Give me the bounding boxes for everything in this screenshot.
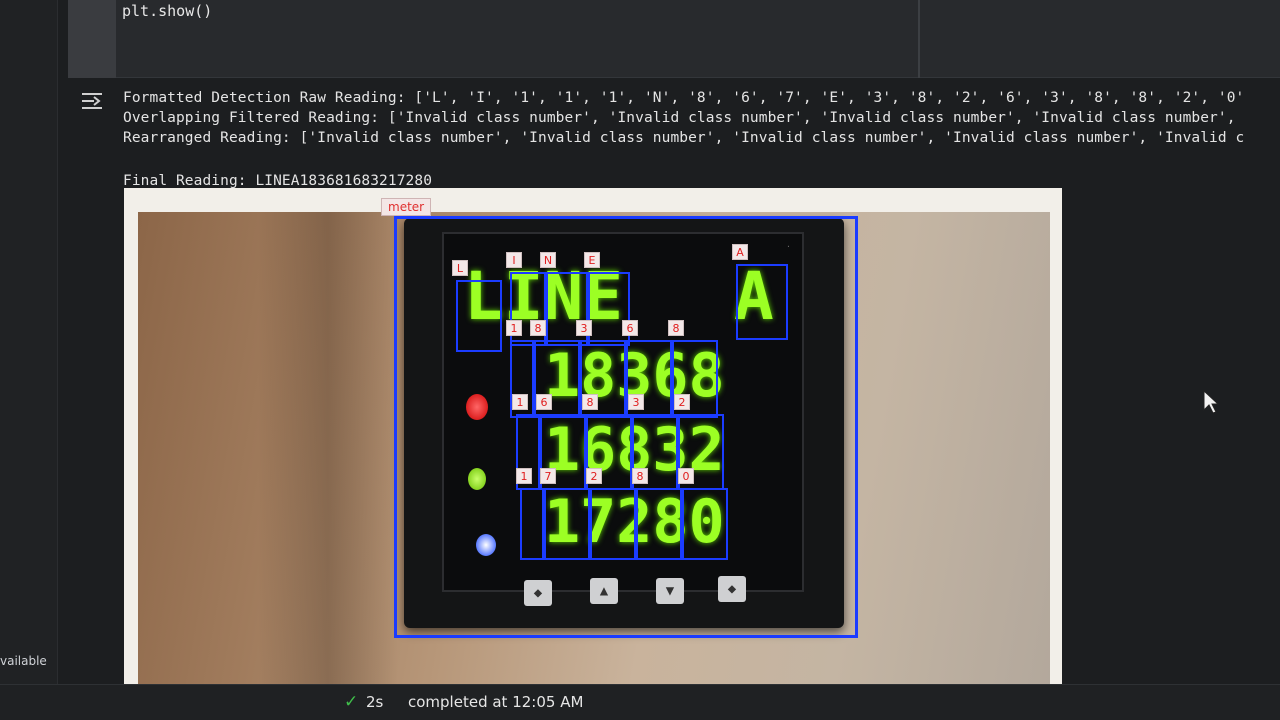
- detection-label: 7: [540, 468, 556, 484]
- mouse-cursor-icon: [1203, 390, 1219, 414]
- left-status-text: vailable: [0, 654, 47, 668]
- cell-run-area[interactable]: [68, 0, 116, 78]
- status-bar: ✓ 2s completed at 12:05 AM: [0, 684, 1280, 720]
- output-rearranged-reading: Rearranged Reading: ['Invalid class numb…: [123, 130, 1245, 146]
- detection-label: 2: [586, 468, 602, 484]
- output-settings-icon[interactable]: [80, 90, 104, 112]
- detection-label: 6: [536, 394, 552, 410]
- detection-label: 1: [512, 394, 528, 410]
- left-gutter: [0, 0, 58, 690]
- detection-label: N: [540, 252, 556, 268]
- output-final-reading: Final Reading: LINEA183681683217280: [123, 173, 433, 189]
- detection-box: [636, 488, 682, 560]
- detection-label: I: [506, 252, 522, 268]
- photo-shadow: [258, 212, 398, 688]
- detection-box: [736, 264, 788, 340]
- detection-box: [544, 488, 590, 560]
- detection-label: 8: [530, 320, 546, 336]
- detection-box: [520, 488, 544, 560]
- detection-label: 1: [516, 468, 532, 484]
- code-cell[interactable]: plt.show(): [68, 0, 1280, 78]
- detection-label: 3: [628, 394, 644, 410]
- meter-detection-label: meter: [381, 198, 432, 216]
- cell-divider: [918, 0, 920, 78]
- detection-label: E: [584, 252, 600, 268]
- detection-label: L: [452, 260, 468, 276]
- output-raw-reading: Formatted Detection Raw Reading: ['L', '…: [123, 90, 1245, 106]
- code-line[interactable]: plt.show(): [122, 2, 212, 20]
- detection-label: 3: [576, 320, 592, 336]
- detection-label: 6: [622, 320, 638, 336]
- output-figure: · LINE A 18368 16832 17280 ◆ ▲ ▼ ◆ meter…: [124, 188, 1062, 688]
- detection-label: A: [732, 244, 748, 260]
- detection-label: 0: [678, 468, 694, 484]
- detection-box: [590, 488, 636, 560]
- detection-label: 8: [632, 468, 648, 484]
- execution-status: completed at 12:05 AM: [408, 693, 584, 711]
- detection-label: 2: [674, 394, 690, 410]
- detection-box: [682, 488, 728, 560]
- detection-label: 8: [668, 320, 684, 336]
- check-icon: ✓: [344, 692, 359, 712]
- detection-label: 8: [582, 394, 598, 410]
- execution-time: 2s: [366, 693, 384, 711]
- output-filtered-reading: Overlapping Filtered Reading: ['Invalid …: [123, 110, 1236, 126]
- detection-label: 1: [506, 320, 522, 336]
- detection-box: [456, 280, 502, 352]
